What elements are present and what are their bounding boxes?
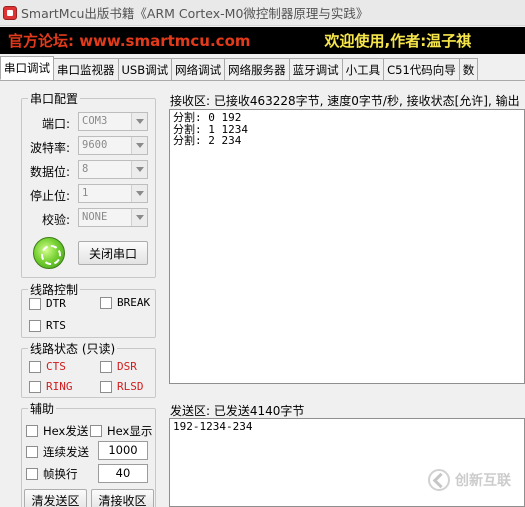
serial-config-legend: 串口配置 xyxy=(30,92,79,106)
hex-send-label: Hex发送 xyxy=(43,424,89,438)
break-label: BREAK xyxy=(117,296,151,309)
rts-checkbox[interactable]: RTS xyxy=(29,319,66,332)
send-status-text: 发送区: 已发送4140字节 xyxy=(170,404,305,418)
checkbox-icon[interactable] xyxy=(26,446,38,458)
tab-c51-wizard[interactable]: C51代码向导 xyxy=(383,58,460,80)
cts-label: CTS xyxy=(46,360,66,373)
frame-length-input[interactable]: 40 xyxy=(98,464,148,483)
banner-forum-text[interactable]: 官方论坛: www.smartmcu.com xyxy=(8,30,251,51)
cts-indicator: CTS xyxy=(29,360,66,373)
receive-line: 分割: 2 234 xyxy=(173,134,242,147)
dtr-label: DTR xyxy=(46,297,66,310)
tab-tools[interactable]: 小工具 xyxy=(341,58,385,80)
baud-select[interactable]: 9600 xyxy=(78,136,148,155)
send-text: 192-1234-234 xyxy=(173,420,253,433)
port-label: 端口: xyxy=(41,117,70,131)
tab-bluetooth-debug[interactable]: 蓝牙调试 xyxy=(288,58,343,80)
send-textarea[interactable]: 192-1234-234 xyxy=(169,418,525,507)
checkbox-icon xyxy=(29,360,41,373)
receive-status-text: 接收区: 已接收463228字节, 速度0字节/秒, 接收状态[允许], 输出 xyxy=(170,94,520,108)
ring-label: RING xyxy=(46,380,73,393)
tab-content: 串口配置 端口: COM3 波特率: 9600 数据位: 8 停止位: 1 校验… xyxy=(0,82,525,507)
line-control-legend: 线路控制 xyxy=(30,283,79,297)
parity-label: 校验: xyxy=(41,213,70,227)
watermark-logo-icon xyxy=(428,469,450,491)
port-status-icon xyxy=(33,237,65,269)
chevron-down-icon[interactable] xyxy=(131,113,147,130)
ring-indicator: RING xyxy=(29,380,73,393)
baud-label: 波特率: xyxy=(29,141,70,155)
chevron-down-icon[interactable] xyxy=(131,137,147,154)
checkbox-icon[interactable] xyxy=(100,296,112,309)
frame-newline-checkbox[interactable]: 帧换行 xyxy=(26,466,78,482)
tab-serial-monitor[interactable]: 串口监视器 xyxy=(53,58,119,80)
checkbox-icon xyxy=(29,380,41,393)
app-icon xyxy=(3,5,17,20)
checkbox-icon[interactable] xyxy=(29,319,41,332)
checkbox-icon[interactable] xyxy=(26,468,38,480)
port-value: COM3 xyxy=(82,115,108,127)
promo-banner: 官方论坛: www.smartmcu.com 欢迎使用,作者:温子祺 xyxy=(0,27,525,54)
tab-network-debug[interactable]: 网络调试 xyxy=(171,58,226,80)
parity-value: NONE xyxy=(82,211,108,223)
stopbits-value: 1 xyxy=(82,187,89,199)
tab-usb-debug[interactable]: USB调试 xyxy=(117,58,173,80)
close-port-button[interactable]: 关闭串口 xyxy=(78,241,148,265)
rlsd-indicator: RLSD xyxy=(100,380,144,393)
aux-legend: 辅助 xyxy=(30,402,55,416)
parity-select[interactable]: NONE xyxy=(78,208,148,227)
port-select[interactable]: COM3 xyxy=(78,112,148,131)
rts-label: RTS xyxy=(46,319,66,332)
databits-value: 8 xyxy=(82,163,89,175)
chevron-down-icon[interactable] xyxy=(131,161,147,178)
stopbits-select[interactable]: 1 xyxy=(78,184,148,203)
checkbox-icon[interactable] xyxy=(26,425,38,437)
window-titlebar: SmartMcu出版书籍《ARM Cortex-M0微控制器原理与实践》 xyxy=(0,0,525,26)
checkbox-icon[interactable] xyxy=(29,297,41,310)
checkbox-icon[interactable] xyxy=(90,425,102,437)
line-status-legend: 线路状态 (只读) xyxy=(30,342,116,356)
continuous-send-checkbox[interactable]: 连续发送 xyxy=(26,444,89,460)
chevron-down-icon[interactable] xyxy=(131,185,147,202)
checkbox-icon xyxy=(100,360,112,373)
tab-serial-debug[interactable]: 串口调试 xyxy=(0,56,54,80)
hex-display-label: Hex显示 xyxy=(107,424,153,438)
hex-display-checkbox[interactable]: Hex显示 xyxy=(90,423,152,439)
tab-overflow[interactable]: 数 xyxy=(458,58,479,80)
stopbits-label: 停止位: xyxy=(29,189,70,203)
baud-value: 9600 xyxy=(82,139,108,151)
main-tabs: 串口调试 串口监视器 USB调试 网络调试 网络服务器 蓝牙调试 小工具 C51… xyxy=(0,56,525,81)
hex-send-checkbox[interactable]: Hex发送 xyxy=(26,423,88,439)
checkbox-icon xyxy=(100,380,112,393)
break-checkbox[interactable]: BREAK xyxy=(100,296,150,309)
send-interval-input[interactable]: 1000 xyxy=(98,441,148,460)
continuous-send-label: 连续发送 xyxy=(43,445,89,459)
receive-textarea[interactable]: 分割: 0 192 分割: 1 1234 分割: 2 234 xyxy=(169,109,525,384)
banner-welcome-text: 欢迎使用,作者:温子祺 xyxy=(324,32,472,50)
databits-select[interactable]: 8 xyxy=(78,160,148,179)
clear-receive-button[interactable]: 清接收区 xyxy=(91,489,154,507)
window-title: SmartMcu出版书籍《ARM Cortex-M0微控制器原理与实践》 xyxy=(21,6,369,21)
watermark-text: 创新互联 xyxy=(455,473,511,489)
dtr-checkbox[interactable]: DTR xyxy=(29,297,66,310)
clear-send-button[interactable]: 清发送区 xyxy=(24,489,87,507)
frame-newline-label: 帧换行 xyxy=(43,467,78,481)
dsr-indicator: DSR xyxy=(100,360,137,373)
receive-panel: 接收区: 已接收463228字节, 速度0字节/秒, 接收状态[允许], 输出 … xyxy=(162,88,525,387)
chevron-down-icon[interactable] xyxy=(131,209,147,226)
databits-label: 数据位: xyxy=(29,165,70,179)
watermark: 创新互联 xyxy=(428,469,511,491)
tab-network-server[interactable]: 网络服务器 xyxy=(224,58,290,80)
dsr-label: DSR xyxy=(117,360,137,373)
receive-line: 分割: 0 192 xyxy=(173,111,242,124)
rlsd-label: RLSD xyxy=(117,380,144,393)
